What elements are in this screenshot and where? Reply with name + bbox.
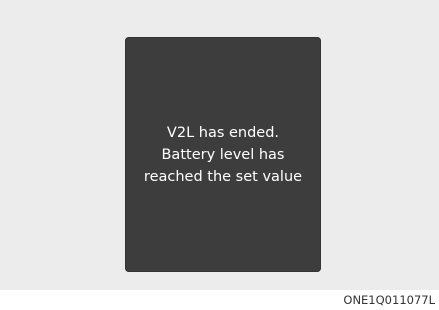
cluster-message-screen: V2L has ended. Battery level has reached… — [125, 37, 321, 272]
figure-panel: V2L has ended. Battery level has reached… — [0, 0, 439, 290]
message-line-3: reached the set value — [143, 168, 303, 185]
message-line-2: Battery level has — [161, 146, 285, 163]
figure-code: ONE1Q011077L — [343, 293, 435, 307]
message-line-1: V2L has ended. — [166, 124, 280, 141]
v2l-ended-message: V2L has ended. Battery level has reached… — [144, 122, 302, 188]
